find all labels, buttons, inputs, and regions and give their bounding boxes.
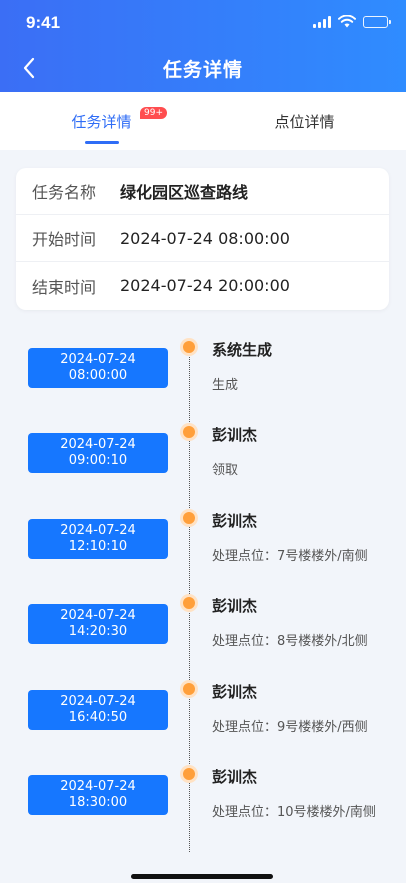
status-icons — [313, 15, 391, 28]
timeline-item: 2024-07-24 12:10:10 彭训杰 处理点位：7号楼楼外/南侧 — [0, 501, 406, 564]
status-time: 9:41 — [26, 13, 61, 32]
info-value: 2024-07-24 08:00:00 — [120, 228, 290, 248]
nav-bar: 任务详情 — [0, 44, 406, 92]
timeline-date: 2024-07-24 — [60, 779, 136, 794]
timeline-item: 2024-07-24 09:00:10 彭训杰 领取 — [0, 415, 406, 478]
info-value: 绿化园区巡查路线 — [120, 183, 249, 202]
header: 9:41 任务详情 — [0, 0, 406, 92]
timeline-actor: 系统生成 — [212, 341, 273, 359]
timeline-action: 处理点位：8号楼楼外/北侧 — [212, 634, 368, 649]
info-row-task-name: 任务名称 绿化园区巡查路线 — [16, 168, 389, 215]
timeline-action: 处理点位：7号楼楼外/南侧 — [212, 549, 368, 564]
cellular-signal-icon — [313, 15, 331, 28]
timeline-date: 2024-07-24 — [60, 608, 136, 623]
tab-label: 点位详情 — [274, 112, 335, 131]
timeline-time-chip: 2024-07-24 08:00:00 — [28, 348, 168, 388]
timeline-actor: 彭训杰 — [212, 426, 258, 444]
timeline-time-chip: 2024-07-24 12:10:10 — [28, 519, 168, 559]
tab-point-detail[interactable]: 点位详情 — [203, 92, 406, 150]
timeline-actor: 彭训杰 — [212, 597, 258, 615]
timeline-action: 处理点位：9号楼楼外/西侧 — [212, 720, 368, 735]
timeline-item: 2024-07-24 14:20:30 彭训杰 处理点位：8号楼楼外/北侧 — [0, 586, 406, 649]
notification-badge: 99+ — [140, 107, 167, 119]
timeline-date: 2024-07-24 — [60, 352, 136, 367]
timeline-dot-icon — [180, 680, 198, 698]
timeline-actor: 彭训杰 — [212, 683, 258, 701]
timeline-dot-icon — [180, 423, 198, 441]
timeline-action: 处理点位：10号楼楼外/南侧 — [212, 805, 376, 820]
timeline-item: 2024-07-24 08:00:00 系统生成 生成 — [0, 330, 406, 393]
timeline-actor: 彭训杰 — [212, 512, 258, 530]
timeline-time: 14:20:30 — [68, 624, 128, 639]
info-row-end-time: 结束时间 2024-07-24 20:00:00 — [16, 262, 389, 309]
timeline-time: 12:10:10 — [68, 539, 128, 554]
timeline-action: 生成 — [212, 378, 239, 393]
timeline-time: 08:00:00 — [68, 368, 128, 383]
timeline-time-chip: 2024-07-24 16:40:50 — [28, 690, 168, 730]
battery-icon — [363, 15, 391, 28]
task-timeline: 2024-07-24 08:00:00 系统生成 生成 2024-07-24 0… — [0, 330, 406, 860]
timeline-actor: 彭训杰 — [212, 768, 258, 786]
timeline-date: 2024-07-24 — [60, 523, 136, 538]
timeline-time-chip: 2024-07-24 09:00:10 — [28, 433, 168, 473]
timeline-time: 16:40:50 — [68, 710, 128, 725]
home-indicator[interactable] — [131, 874, 273, 879]
timeline-dot-icon — [180, 509, 198, 527]
timeline-time: 09:00:10 — [68, 453, 128, 468]
info-label: 开始时间 — [32, 230, 97, 249]
timeline-time-chip: 2024-07-24 18:30:00 — [28, 775, 168, 815]
timeline-time-chip: 2024-07-24 14:20:30 — [28, 604, 168, 644]
status-bar: 9:41 — [0, 0, 406, 44]
info-row-start-time: 开始时间 2024-07-24 08:00:00 — [16, 215, 389, 262]
task-info-card: 任务名称 绿化园区巡查路线 开始时间 2024-07-24 08:00:00 结… — [16, 168, 389, 310]
info-value: 2024-07-24 20:00:00 — [120, 276, 290, 295]
timeline-time: 18:30:00 — [68, 795, 128, 810]
info-label: 结束时间 — [32, 277, 97, 297]
timeline-dot-icon — [180, 765, 198, 783]
tab-task-detail[interactable]: 任务详情 99+ — [0, 92, 203, 150]
timeline-date: 2024-07-24 — [60, 437, 136, 452]
wifi-icon — [338, 15, 356, 28]
timeline-dot-icon — [180, 594, 198, 612]
timeline-date: 2024-07-24 — [60, 694, 136, 709]
timeline-dot-icon — [180, 338, 198, 356]
tab-label: 任务详情 — [71, 112, 132, 131]
page-title: 任务详情 — [162, 59, 243, 81]
timeline-item: 2024-07-24 18:30:00 彭训杰 处理点位：10号楼楼外/南侧 — [0, 757, 406, 820]
info-label: 任务名称 — [32, 183, 97, 202]
timeline-action: 领取 — [212, 463, 239, 478]
tab-bar: 任务详情 99+ 点位详情 — [0, 92, 406, 150]
timeline-item: 2024-07-24 16:40:50 彭训杰 处理点位：9号楼楼外/西侧 — [0, 672, 406, 735]
active-tab-indicator — [84, 141, 119, 144]
